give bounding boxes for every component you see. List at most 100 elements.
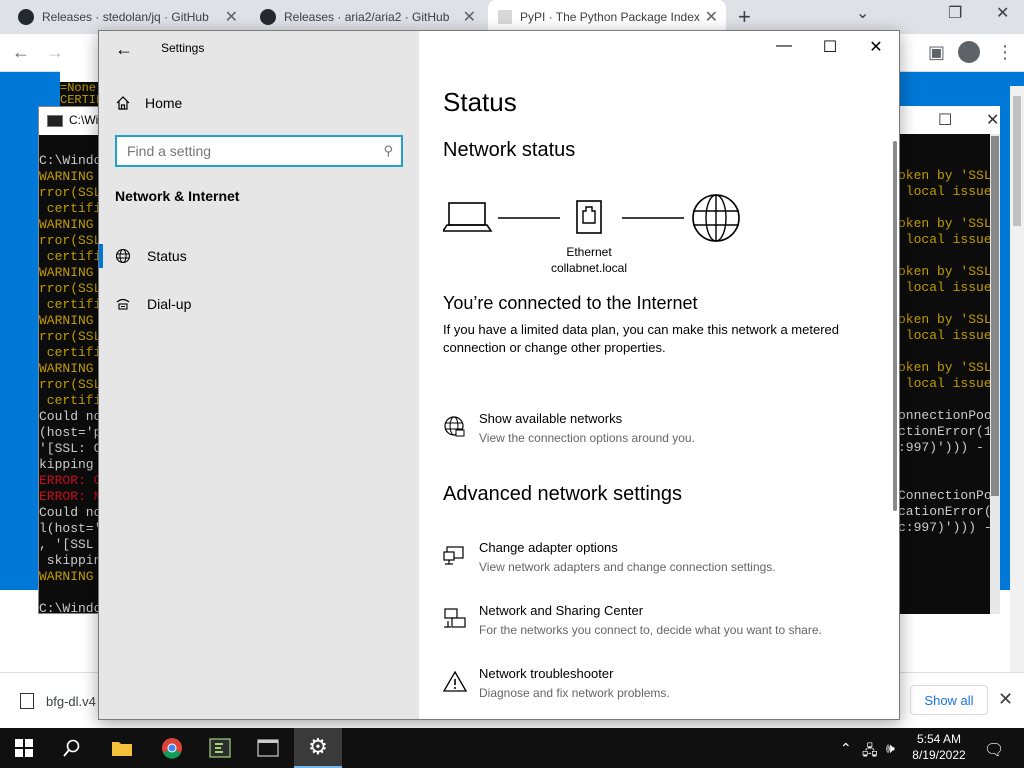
maximize-icon[interactable]: ☐ bbox=[938, 110, 952, 130]
tab-label: Releases · aria2/aria2 · GitHub bbox=[284, 10, 450, 24]
search-input[interactable] bbox=[117, 137, 367, 165]
sidebar-item-label: Home bbox=[145, 95, 183, 111]
dialup-icon bbox=[116, 298, 130, 310]
taskbar-settings[interactable]: ⚙ bbox=[294, 728, 342, 768]
link-title: Network and Sharing Center bbox=[479, 603, 644, 618]
link-description: For the networks you connect to, decide … bbox=[479, 623, 822, 637]
browser-tab-aria2[interactable]: Releases · aria2/aria2 · GitHub ✕ bbox=[250, 0, 484, 34]
menu-icon[interactable]: ⋮ bbox=[996, 42, 1014, 63]
github-icon bbox=[260, 9, 276, 25]
console-line: oken by 'SSLE bbox=[898, 168, 1000, 183]
console-window-right: ☐ ✕ oken by 'SSLE local issuer oken by '… bbox=[890, 106, 1000, 614]
link-title: Network troubleshooter bbox=[479, 666, 614, 681]
start-button[interactable] bbox=[0, 728, 48, 768]
network-tray-icon[interactable]: 🖧 bbox=[862, 740, 878, 764]
sharing-icon bbox=[444, 608, 466, 628]
console-line: :997)'))) - s bbox=[898, 440, 1000, 455]
sidebar-item-label: Dial-up bbox=[147, 296, 192, 312]
taskbar-console[interactable] bbox=[244, 728, 292, 768]
change-adapter-options-link[interactable]: Change adapter options View network adap… bbox=[443, 540, 883, 584]
browser-tab-jq[interactable]: Releases · stedolan/jq · GitHub ✕ bbox=[8, 0, 246, 34]
chevron-up-icon[interactable]: ⌃ bbox=[840, 740, 852, 757]
console-scrollbar[interactable] bbox=[990, 134, 1000, 614]
console-titlebar[interactable] bbox=[60, 58, 100, 82]
scrollbar-thumb[interactable] bbox=[991, 136, 999, 496]
console-titlebar[interactable]: ☐ ✕ bbox=[890, 106, 1000, 134]
taskbar-chrome[interactable] bbox=[148, 728, 196, 768]
globe-icon bbox=[115, 248, 131, 264]
volume-icon[interactable]: 🕪 bbox=[886, 740, 895, 757]
sidebar-item-status[interactable]: Status bbox=[99, 236, 419, 276]
content-scrollbar[interactable] bbox=[893, 141, 897, 511]
console-line: cationError(1 bbox=[898, 504, 1000, 519]
scrollbar-thumb[interactable] bbox=[1013, 96, 1021, 226]
file-icon bbox=[20, 693, 34, 709]
search-button[interactable] bbox=[48, 728, 96, 768]
console-line: oken by 'SSLE bbox=[898, 264, 1000, 279]
app-icon bbox=[209, 738, 231, 758]
ethernet-icon bbox=[576, 200, 602, 234]
section-heading: Network & Internet bbox=[115, 188, 240, 204]
settings-content: Status Network status Ethernet collabnet… bbox=[419, 31, 899, 719]
console-line: local issuer bbox=[898, 328, 1000, 343]
sidebar-item-dialup[interactable]: Dial-up bbox=[99, 284, 419, 324]
gear-icon: ⚙ bbox=[308, 734, 328, 759]
close-icon[interactable]: ✕ bbox=[996, 3, 1009, 23]
warning-icon bbox=[443, 670, 467, 692]
clock-date: 8/19/2022 bbox=[912, 748, 966, 762]
new-tab-icon[interactable]: + bbox=[738, 4, 751, 30]
taskbar-file-explorer[interactable] bbox=[98, 728, 146, 768]
home-icon bbox=[116, 96, 130, 110]
network-diagram: Ethernet collabnet.local bbox=[441, 191, 763, 291]
console-line: local issuer bbox=[898, 184, 1000, 199]
avatar-icon[interactable] bbox=[958, 41, 980, 63]
network-status-heading: Network status bbox=[443, 139, 576, 161]
link-title: Change adapter options bbox=[479, 540, 618, 555]
console-line: oken by 'SSLE bbox=[898, 312, 1000, 327]
browser-tab-pypi[interactable]: PyPI · The Python Package Index ✕ bbox=[488, 0, 726, 34]
back-arrow-icon[interactable]: ← bbox=[115, 39, 133, 60]
close-icon[interactable]: ✕ bbox=[986, 110, 999, 130]
back-arrow-icon[interactable]: ← bbox=[12, 42, 30, 63]
chevron-down-icon[interactable]: ⌄ bbox=[856, 3, 869, 23]
adapter-name: Ethernet bbox=[566, 245, 612, 259]
globe-icon bbox=[444, 416, 465, 437]
console-icon bbox=[257, 739, 279, 757]
show-all-button[interactable]: Show all bbox=[910, 685, 988, 715]
console-line: onnectionPool bbox=[898, 408, 1000, 423]
download-item[interactable]: bfg-dl.v4 bbox=[20, 693, 96, 709]
page-scrollbar[interactable] bbox=[1010, 86, 1024, 672]
link-description: View the connection options around you. bbox=[479, 431, 695, 445]
search-icon bbox=[63, 739, 80, 757]
pypi-icon bbox=[498, 10, 512, 24]
taskbar-app-editor[interactable] bbox=[196, 728, 244, 768]
clock[interactable]: 5:54 AM 8/19/2022 bbox=[906, 731, 972, 763]
show-available-networks-link[interactable]: Show available networks View the connect… bbox=[443, 411, 883, 455]
search-box[interactable]: ⚲ bbox=[115, 135, 403, 167]
close-tab-icon[interactable]: ✕ bbox=[705, 7, 718, 27]
settings-window: ← Settings Home ⚲ Network & Internet Sta… bbox=[98, 30, 900, 720]
page-title: Status bbox=[443, 87, 517, 117]
restore-icon[interactable]: ❐ bbox=[948, 3, 962, 23]
console-output: oken by 'SSLE local issuer oken by 'SSLE… bbox=[898, 168, 999, 536]
sidepanel-icon[interactable]: ▣ bbox=[928, 42, 945, 63]
search-icon[interactable]: ⚲ bbox=[383, 143, 393, 159]
close-tab-icon[interactable]: ✕ bbox=[225, 7, 238, 27]
console-line: oken by 'SSLE bbox=[898, 216, 1000, 231]
github-icon bbox=[18, 9, 34, 25]
network-troubleshooter-link[interactable]: Network troubleshooter Diagnose and fix … bbox=[443, 666, 883, 710]
close-icon[interactable]: ✕ bbox=[998, 689, 1013, 710]
settings-sidebar: ← Settings Home ⚲ Network & Internet Sta… bbox=[99, 31, 419, 719]
network-sharing-center-link[interactable]: Network and Sharing Center For the netwo… bbox=[443, 603, 883, 647]
taskbar: ⚙ ⌃ 🖧 🕪 5:54 AM 8/19/2022 🗨 bbox=[0, 728, 1024, 768]
close-tab-icon[interactable]: ✕ bbox=[463, 7, 476, 27]
console-line: local issuer bbox=[898, 232, 1000, 247]
notification-icon[interactable]: 🗨 bbox=[984, 740, 1004, 760]
chrome-icon bbox=[162, 738, 182, 759]
sidebar-item-home[interactable]: Home bbox=[115, 95, 182, 111]
console-line: local issuer bbox=[898, 280, 1000, 295]
console-line: local issuer bbox=[898, 376, 1000, 391]
